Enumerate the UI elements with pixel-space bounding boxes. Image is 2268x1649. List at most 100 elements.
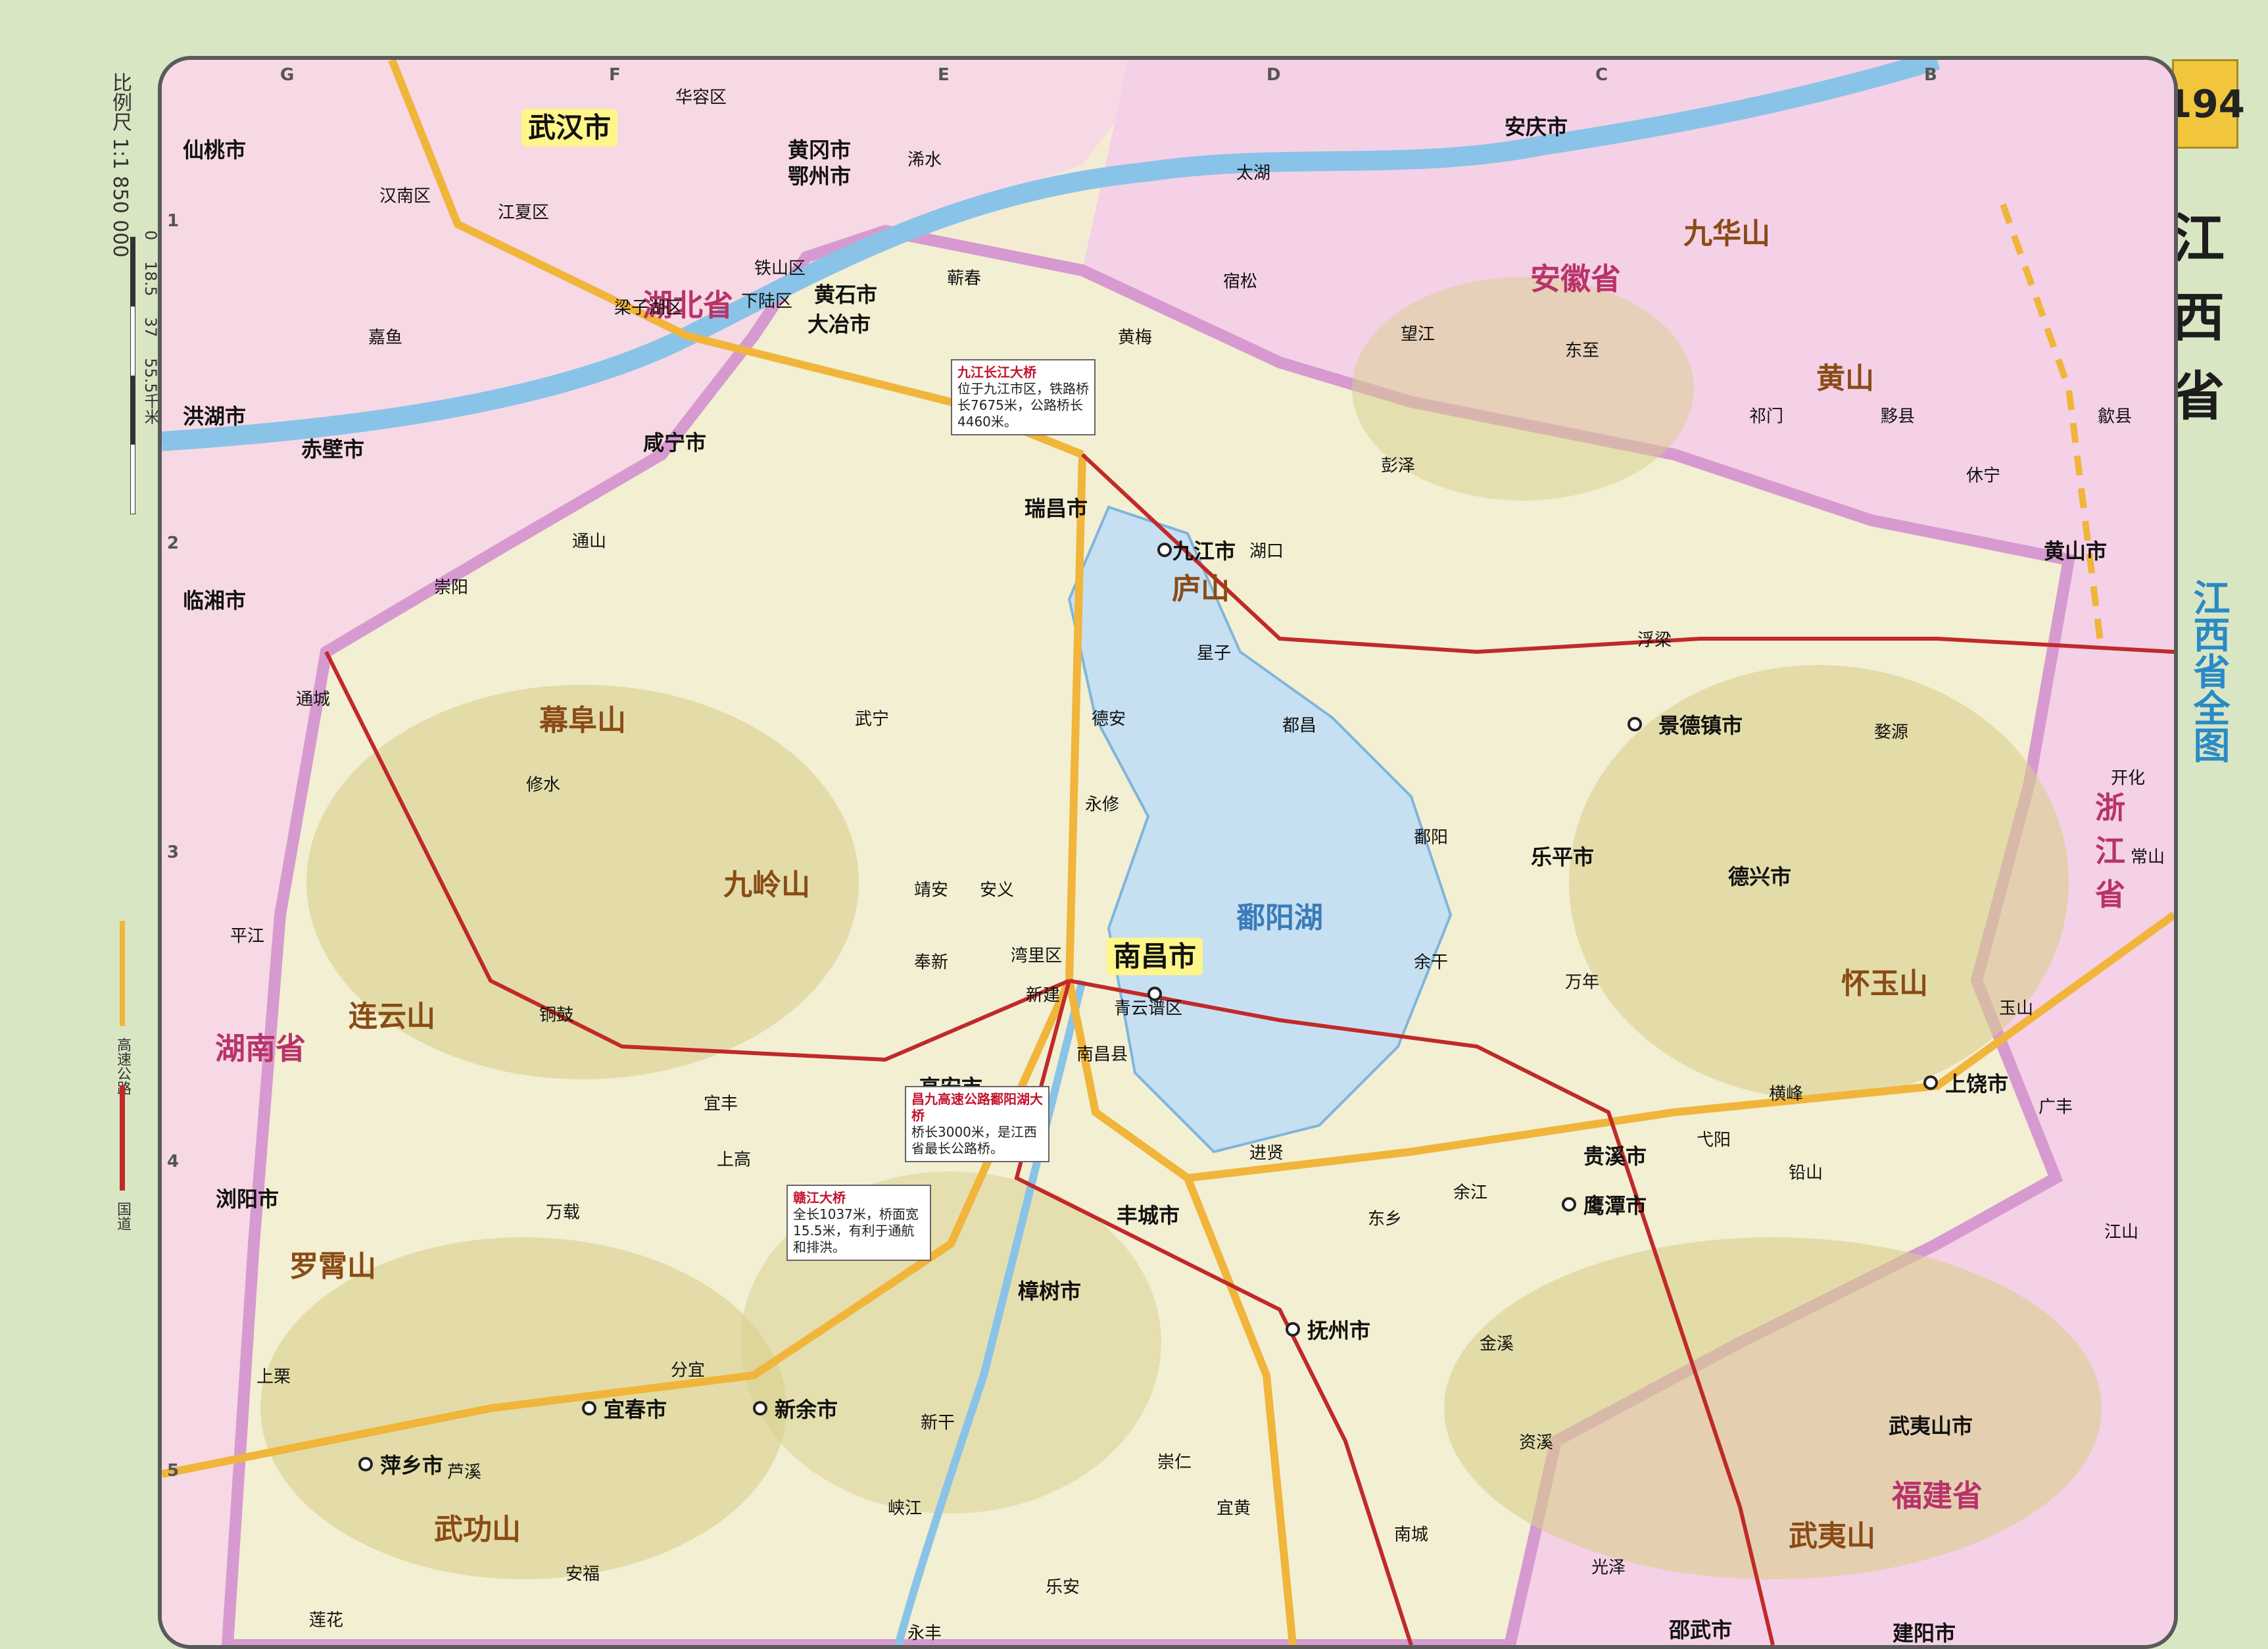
town-chongyang[interactable]: 崇阳 — [434, 574, 468, 599]
map-frame[interactable]: G F E D C B 1 2 3 4 5 湖北省 安徽省 浙江省 湖南省 福建… — [158, 56, 2178, 1649]
town-fuliang[interactable]: 浮梁 — [1637, 627, 1672, 651]
city-anqing[interactable]: 安庆市 — [1505, 111, 1568, 141]
town-jinxi[interactable]: 金溪 — [1480, 1331, 1514, 1355]
town-xiushui[interactable]: 修水 — [526, 772, 560, 796]
city-liuyang[interactable]: 浏阳市 — [216, 1183, 279, 1213]
city-zhangshu[interactable]: 樟树市 — [1018, 1275, 1081, 1305]
town-changshan[interactable]: 常山 — [2131, 844, 2165, 868]
town-jinxian[interactable]: 进贤 — [1249, 1140, 1284, 1164]
town-huarong[interactable]: 华容区 — [675, 84, 727, 109]
city-pingxiang[interactable]: 萍乡市 — [380, 1449, 443, 1479]
town-nancheng[interactable]: 南城 — [1394, 1521, 1428, 1546]
town-pengze[interactable]: 彭泽 — [1381, 453, 1415, 477]
town-yushan[interactable]: 玉山 — [1999, 995, 2033, 1020]
town-tieshan[interactable]: 铁山区 — [754, 255, 806, 280]
town-dongzhi[interactable]: 东至 — [1565, 337, 1599, 362]
town-pingjiang[interactable]: 平江 — [230, 923, 264, 947]
town-hukou[interactable]: 湖口 — [1249, 538, 1284, 562]
town-dongxiang[interactable]: 东乡 — [1368, 1206, 1402, 1230]
town-jing-an[interactable]: 靖安 — [914, 877, 948, 901]
city-yichun[interactable]: 宜春市 — [604, 1393, 667, 1423]
town-lianhua[interactable]: 莲花 — [309, 1607, 343, 1631]
town-xinjian[interactable]: 新建 — [1026, 982, 1060, 1006]
town-guangze[interactable]: 光泽 — [1591, 1554, 1626, 1579]
town-xishui[interactable]: 浠水 — [907, 147, 942, 171]
town-jiayu[interactable]: 嘉鱼 — [368, 324, 402, 349]
city-chibi[interactable]: 赤壁市 — [301, 433, 364, 463]
town-tonggu[interactable]: 铜鼓 — [539, 1002, 573, 1026]
city-xinyu[interactable]: 新余市 — [775, 1393, 838, 1423]
town-yongxiu[interactable]: 永修 — [1085, 791, 1119, 816]
city-ruichang[interactable]: 瑞昌市 — [1025, 492, 1088, 522]
town-qingyunpu[interactable]: 青云谱区 — [1114, 995, 1182, 1020]
town-susong[interactable]: 宿松 — [1223, 268, 1257, 293]
city-jiujiang[interactable]: 九江市 — [1172, 535, 1236, 565]
city-shaowu[interactable]: 邵武市 — [1669, 1613, 1732, 1644]
town-fengxin[interactable]: 奉新 — [914, 949, 948, 973]
city-guixi[interactable]: 贵溪市 — [1583, 1140, 1647, 1170]
town-wanzai[interactable]: 万载 — [546, 1199, 580, 1223]
city-leping[interactable]: 乐平市 — [1531, 841, 1594, 871]
town-le-an[interactable]: 乐安 — [1046, 1574, 1080, 1598]
city-jianyang[interactable]: 建阳市 — [1893, 1617, 1956, 1645]
town-xingan[interactable]: 新干 — [921, 1410, 955, 1434]
town-jiangshan[interactable]: 江山 — [2104, 1219, 2138, 1243]
town-luxi[interactable]: 芦溪 — [447, 1459, 481, 1483]
town-yujiang[interactable]: 余江 — [1453, 1179, 1487, 1204]
city-yingtan[interactable]: 鹰潭市 — [1583, 1189, 1647, 1219]
city-daye[interactable]: 大冶市 — [808, 308, 871, 338]
town-hannan[interactable]: 汉南区 — [379, 183, 431, 207]
town-poyang[interactable]: 鄱阳 — [1414, 824, 1448, 849]
town-wangjiang[interactable]: 望江 — [1401, 321, 1435, 345]
city-ezhou[interactable]: 鄂州市 — [788, 160, 851, 190]
town-huangmei[interactable]: 黄梅 — [1118, 324, 1152, 349]
town-yixian[interactable]: 黟县 — [1881, 403, 1915, 428]
city-xianning[interactable]: 咸宁市 — [643, 426, 706, 456]
town-xialu[interactable]: 下陆区 — [741, 288, 792, 312]
city-nanchang[interactable]: 南昌市 — [1106, 935, 1203, 975]
city-xiantao[interactable]: 仙桃市 — [183, 134, 246, 164]
town-duchang[interactable]: 都昌 — [1282, 712, 1316, 737]
town-anfu[interactable]: 安福 — [566, 1561, 600, 1585]
town-liangzihu[interactable]: 梁子湖区 — [614, 295, 683, 319]
town-xiajiang[interactable]: 峡江 — [888, 1495, 922, 1519]
town-tongcheng[interactable]: 通城 — [296, 686, 330, 710]
town-yifeng[interactable]: 宜丰 — [704, 1091, 738, 1115]
town-taihu[interactable]: 太湖 — [1236, 160, 1270, 184]
town-wuyuan[interactable]: 婺源 — [1874, 719, 1908, 743]
town-yihuang[interactable]: 宜黄 — [1217, 1495, 1251, 1519]
city-huangshi[interactable]: 黄石市 — [814, 278, 877, 308]
town-wuning[interactable]: 武宁 — [855, 706, 889, 730]
town-zixi[interactable]: 资溪 — [1519, 1429, 1553, 1454]
town-tongshan[interactable]: 通山 — [572, 528, 606, 553]
city-shangrao[interactable]: 上饶市 — [1945, 1068, 2008, 1098]
town-fenyi[interactable]: 分宜 — [671, 1357, 705, 1381]
town-qianshan[interactable]: 铅山 — [1789, 1160, 1823, 1184]
town-kaihua[interactable]: 开化 — [2111, 765, 2145, 789]
town-yugan[interactable]: 余干 — [1414, 949, 1448, 973]
city-huangshan[interactable]: 黄山市 — [2044, 535, 2107, 565]
town-qichun[interactable]: 蕲春 — [947, 265, 981, 289]
town-guangfeng[interactable]: 广丰 — [2039, 1094, 2073, 1118]
town-qimen[interactable]: 祁门 — [1749, 403, 1783, 428]
city-honghu[interactable]: 洪湖市 — [183, 400, 246, 430]
town-anyi[interactable]: 安义 — [980, 877, 1014, 901]
city-jingdezhen[interactable]: 景德镇市 — [1658, 709, 1743, 739]
town-jiangxia[interactable]: 江夏区 — [498, 199, 549, 224]
town-wanli[interactable]: 湾里区 — [1011, 943, 1062, 967]
town-hengfeng[interactable]: 横峰 — [1769, 1081, 1803, 1105]
town-xiuning[interactable]: 休宁 — [1966, 462, 2000, 487]
town-chongren[interactable]: 崇仁 — [1157, 1449, 1192, 1473]
city-wuhan[interactable]: 武汉市 — [521, 106, 618, 147]
town-nanchang-xian[interactable]: 南昌县 — [1076, 1041, 1128, 1066]
city-fuzhou[interactable]: 抚州市 — [1307, 1314, 1370, 1344]
city-fengcheng[interactable]: 丰城市 — [1117, 1199, 1180, 1229]
town-shangli[interactable]: 上栗 — [256, 1364, 291, 1388]
city-wuyishan[interactable]: 武夷山市 — [1889, 1410, 1973, 1440]
town-wannian[interactable]: 万年 — [1565, 969, 1599, 993]
town-xingzi[interactable]: 星子 — [1197, 640, 1231, 664]
town-yongfeng[interactable]: 永丰 — [907, 1620, 942, 1644]
city-dexing[interactable]: 德兴市 — [1728, 860, 1791, 891]
town-yiyang[interactable]: 弋阳 — [1697, 1127, 1731, 1151]
town-de-an[interactable]: 德安 — [1092, 706, 1126, 730]
